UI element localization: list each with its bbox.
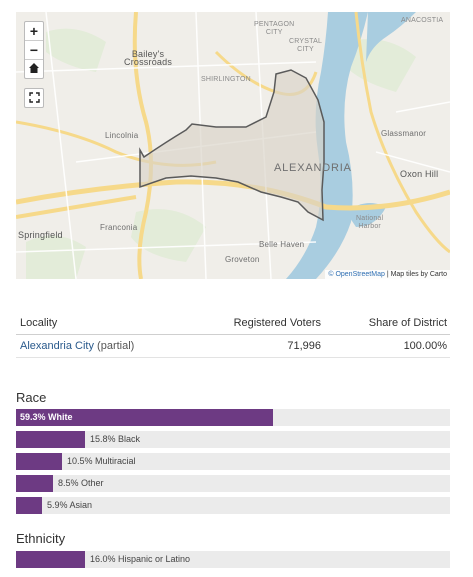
cell-share: 100.00%	[403, 340, 447, 352]
race-title: Race	[16, 390, 47, 405]
locality-link[interactable]: Alexandria City	[20, 340, 94, 352]
label-baileys-crossroads: Bailey's Crossroads	[124, 49, 173, 67]
ethnicity-bar-row: 16.0% Hispanic or Latino	[16, 551, 450, 568]
zoom-in-button[interactable]: +	[25, 22, 43, 41]
race-bar-label: 15.8% Black	[90, 434, 141, 444]
map-attribution: © OpenStreetMap | Map tiles by Carto	[325, 270, 450, 279]
home-icon	[28, 61, 40, 77]
race-bar-fill	[16, 431, 85, 448]
race-bar-label: 8.5% Other	[58, 478, 104, 488]
locality-qualifier: (partial)	[93, 340, 135, 352]
race-bar-row: 59.3% White	[16, 409, 450, 426]
label-groveton: Groveton	[225, 255, 260, 264]
cell-locality: Alexandria City (partial)	[16, 340, 191, 352]
label-franconia: Franconia	[100, 223, 138, 232]
table-row: Alexandria City (partial) 71,996 100.00%	[16, 335, 450, 358]
race-bar-fill	[16, 475, 53, 492]
race-bar-label: 5.9% Asian	[47, 500, 93, 510]
label-pentagon-city: PENTAGON CITY	[254, 21, 295, 36]
map-tiles	[16, 12, 450, 279]
locality-table: Locality Registered Voters Share of Dist…	[16, 312, 450, 358]
race-bar-row: 15.8% Black	[16, 431, 450, 448]
label-lincolnia: Lincolnia	[105, 131, 139, 140]
race-bar-label: 59.3% White	[20, 412, 73, 422]
race-bar-fill	[16, 497, 42, 514]
label-national-harbor: National Harbor	[356, 215, 384, 230]
label-anacostia: ANACOSTIA	[401, 17, 444, 24]
race-bar-row: 8.5% Other	[16, 475, 450, 492]
fullscreen-button[interactable]	[25, 89, 43, 107]
table-header-row: Locality Registered Voters Share of Dist…	[16, 312, 450, 335]
label-shirlington: SHIRLINGTON	[201, 76, 251, 83]
header-locality: Locality	[20, 317, 58, 329]
ethnicity-bar-fill	[16, 551, 85, 568]
label-alexandria: ALEXANDRIA	[274, 162, 352, 174]
fullscreen-icon	[28, 90, 40, 106]
attribution-text: | Map tiles by Carto	[384, 271, 447, 278]
map-zoom-controls: + −	[24, 21, 44, 79]
map-fullscreen-control	[24, 88, 44, 108]
header-share-of-district: Share of District	[368, 317, 447, 329]
ethnicity-bar-label: 16.0% Hispanic or Latino	[90, 554, 191, 564]
home-button[interactable]	[25, 60, 43, 78]
district-map[interactable]: PENTAGON CITY ANACOSTIA CRYSTAL CITY Baile…	[16, 12, 450, 279]
race-bar-row: 10.5% Multiracial	[16, 453, 450, 470]
race-bar-row: 5.9% Asian	[16, 497, 450, 514]
race-bar-label: 10.5% Multiracial	[67, 456, 136, 466]
openstreetmap-link[interactable]: © OpenStreetMap	[328, 271, 385, 278]
race-bar-fill	[16, 453, 62, 470]
label-crystal-city: CRYSTAL CITY	[289, 38, 323, 53]
cell-registered-voters: 71,996	[287, 340, 321, 352]
zoom-out-button[interactable]: −	[25, 41, 43, 60]
label-springfield: Springfield	[18, 230, 63, 240]
header-registered-voters: Registered Voters	[233, 317, 321, 329]
label-oxon-hill: Oxon Hill	[400, 169, 439, 179]
ethnicity-title: Ethnicity	[16, 531, 66, 546]
label-glassmanor: Glassmanor	[381, 129, 427, 138]
label-belle-haven: Belle Haven	[259, 240, 305, 249]
